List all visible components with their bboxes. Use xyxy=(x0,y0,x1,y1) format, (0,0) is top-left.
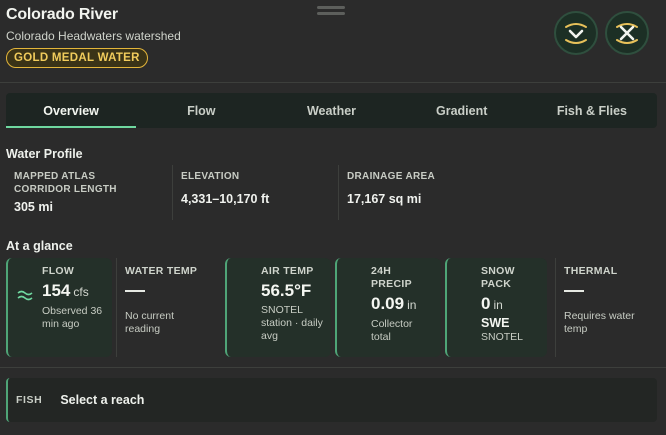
empty-value-dash xyxy=(564,290,584,292)
at-a-glance-title: At a glance xyxy=(6,239,73,253)
profile-label: DRAINAGE AREA xyxy=(347,171,435,182)
tab-fish-flies[interactable]: Fish & Flies xyxy=(527,93,657,128)
close-button[interactable] xyxy=(605,11,649,55)
profile-drainage: DRAINAGE AREA 17,167 sq mi xyxy=(338,165,657,220)
water-temp-note: No current reading xyxy=(125,310,175,335)
tab-weather[interactable]: Weather xyxy=(266,93,396,128)
tab-gradient[interactable]: Gradient xyxy=(397,93,527,128)
fish-selector[interactable]: FISH Select a reach xyxy=(6,378,657,422)
section-divider xyxy=(0,367,666,368)
snowpack-note: SNOTEL xyxy=(481,331,524,343)
flow-value: 154 cfs xyxy=(42,281,89,300)
collapse-button[interactable] xyxy=(554,11,598,55)
tab-flow[interactable]: Flow xyxy=(136,93,266,128)
thermal-label: THERMAL xyxy=(564,265,618,277)
thermal-note: Requires water temp xyxy=(564,310,635,335)
water-temp-card: WATER TEMP No current reading xyxy=(116,258,221,357)
chevron-down-icon xyxy=(565,23,587,44)
profile-value: 305 mi xyxy=(14,200,53,214)
snowpack-swe: SWE xyxy=(481,316,510,330)
snowpack-card[interactable]: SNOW PACK 0 in SWE SNOTEL xyxy=(445,258,547,357)
tab-bar: Overview Flow Weather Gradient Fish & Fl… xyxy=(6,93,657,128)
air-temp-card[interactable]: AIR TEMP 56.5°F SNOTEL station · daily a… xyxy=(225,258,331,357)
water-profile-title: Water Profile xyxy=(6,147,83,161)
profile-elevation: ELEVATION 4,331–10,170 ft xyxy=(172,165,338,220)
snowpack-value: 0 in xyxy=(481,294,503,313)
snowpack-label: SNOW PACK xyxy=(481,265,515,290)
air-temp-note: SNOTEL station · daily avg xyxy=(261,304,323,342)
profile-value: 4,331–10,170 ft xyxy=(181,192,270,206)
air-temp-label: AIR TEMP xyxy=(261,265,314,277)
precip-value: 0.09 in xyxy=(371,294,417,313)
at-a-glance: FLOW 154 cfs Observed 36 min ago WATER TE… xyxy=(6,258,657,357)
fish-label: FISH xyxy=(16,394,43,406)
water-temp-label: WATER TEMP xyxy=(125,265,198,277)
precip-label: 24H PRECIP xyxy=(371,265,412,290)
tab-overview[interactable]: Overview xyxy=(6,93,137,128)
close-icon xyxy=(616,23,638,44)
precip-card[interactable]: 24H PRECIP 0.09 in Collector total xyxy=(335,258,441,357)
empty-value-dash xyxy=(125,290,145,292)
header-divider xyxy=(0,82,666,83)
water-waves-icon xyxy=(17,290,33,301)
flow-note: Observed 36 min ago xyxy=(42,305,103,330)
profile-length: MAPPED ATLAS CORRIDOR LENGTH 305 mi xyxy=(6,165,172,220)
gold-medal-badge: GOLD MEDAL WATER xyxy=(6,48,148,68)
flow-card[interactable]: FLOW 154 cfs Observed 36 min ago xyxy=(6,258,112,357)
water-profile: MAPPED ATLAS CORRIDOR LENGTH 305 mi ELEV… xyxy=(6,165,657,220)
fish-reach-prompt: Select a reach xyxy=(60,393,145,407)
precip-note: Collector total xyxy=(371,318,413,343)
thermal-card: THERMAL Requires water temp xyxy=(555,258,657,357)
air-temp-value: 56.5°F xyxy=(261,281,312,300)
profile-label: MAPPED ATLAS CORRIDOR LENGTH xyxy=(14,171,117,195)
profile-label: ELEVATION xyxy=(181,171,240,182)
flow-label: FLOW xyxy=(42,265,75,277)
profile-value: 17,167 sq mi xyxy=(347,192,422,206)
